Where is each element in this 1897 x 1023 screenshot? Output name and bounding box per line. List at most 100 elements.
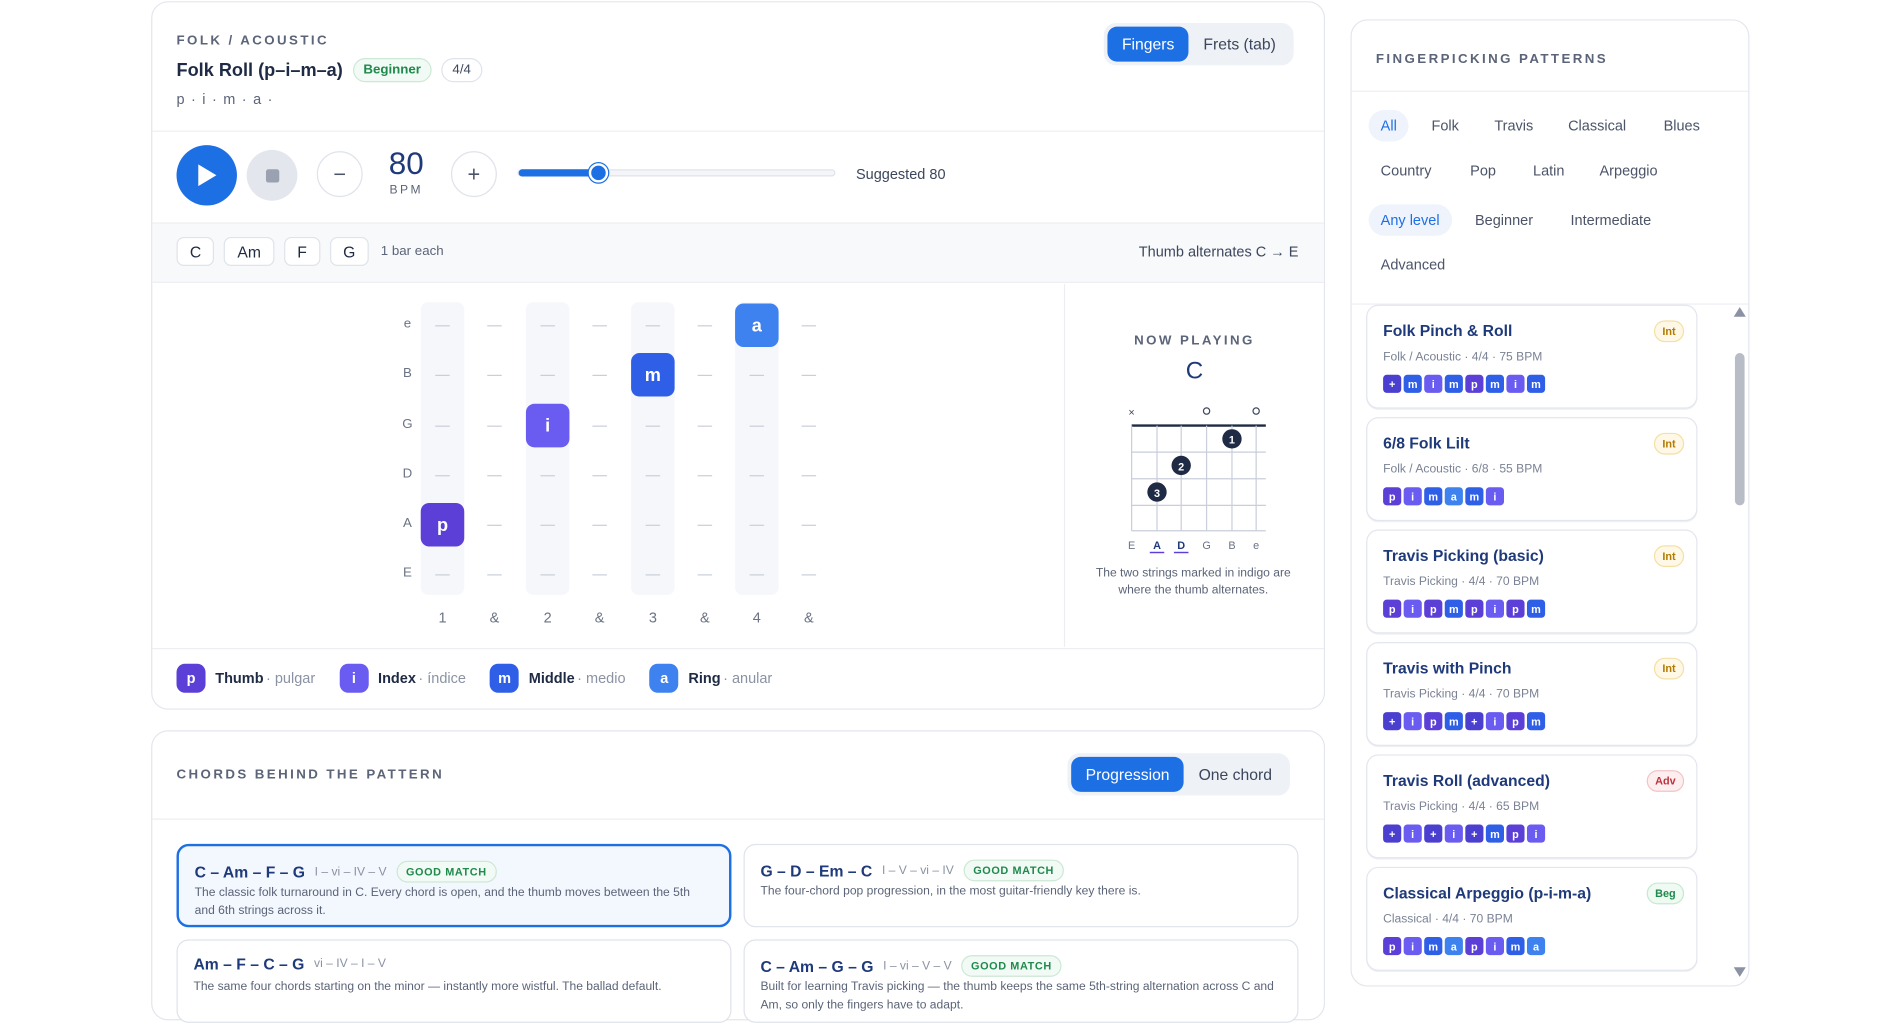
- sidebar-title: FINGERPICKING PATTERNS: [1375, 51, 1609, 67]
- tab-fingers[interactable]: Fingers: [1107, 26, 1189, 62]
- pattern-genre: FOLK / ACOUSTIC: [176, 33, 330, 49]
- scroll-up-icon[interactable]: [1733, 307, 1746, 317]
- chord-chip[interactable]: Am: [224, 236, 275, 266]
- pattern-card[interactable]: Folk Pinch & Roll Folk / Acoustic · 4/4 ·…: [1366, 304, 1698, 409]
- chord-chip[interactable]: C: [176, 236, 215, 266]
- finger-token: p: [1465, 599, 1484, 618]
- stop-icon: [265, 168, 279, 182]
- progression-card-selected[interactable]: C – Am – F – GI – vi – IV – V GOOD MATCH …: [176, 843, 732, 928]
- pattern-tokens: + i + i + m p i: [1383, 824, 1546, 843]
- bpm-decrease-button[interactable]: −: [316, 151, 363, 198]
- finger-token: i: [1403, 599, 1422, 618]
- empty-step: [801, 374, 817, 376]
- empty-step: [487, 475, 502, 477]
- tab-one-chord[interactable]: One chord: [1184, 757, 1286, 792]
- tempo-slider[interactable]: [517, 163, 836, 183]
- empty-step: [435, 574, 450, 576]
- empty-step: [697, 374, 713, 376]
- empty-step: [540, 574, 555, 576]
- string-label: B: [402, 366, 412, 381]
- filter-style-all[interactable]: All: [1368, 110, 1409, 142]
- filter-level-beginner[interactable]: Beginner: [1463, 204, 1545, 235]
- filter-style-folk[interactable]: Folk: [1419, 110, 1471, 141]
- legend-alt: · índice: [418, 669, 466, 687]
- chord-chip[interactable]: F: [283, 236, 321, 266]
- progression-roman: I – vi – IV – V: [314, 865, 387, 879]
- empty-step: [697, 475, 713, 477]
- progression-chords: G – D – Em – C: [760, 861, 873, 880]
- string-marker-open: [1202, 407, 1211, 415]
- tab-frets-tab[interactable]: Frets (tab): [1189, 27, 1291, 62]
- filter-style-arpeggio[interactable]: Arpeggio: [1587, 155, 1669, 186]
- empty-step: [801, 524, 817, 526]
- empty-step: [592, 574, 607, 576]
- pattern-card[interactable]: Classical Arpeggio (p-i-m-a) Classical · …: [1366, 866, 1698, 971]
- pattern-card[interactable]: Travis Roll (advanced) Travis Picking · 4…: [1366, 754, 1698, 859]
- empty-step: [487, 574, 502, 576]
- progression-description: The classic folk turnaround in C. Every …: [194, 886, 690, 918]
- scroll-down-icon[interactable]: [1733, 967, 1746, 977]
- pattern-card-meta: Travis Picking · 4/4 · 70 BPM: [1383, 575, 1540, 589]
- stop-button[interactable]: [246, 149, 298, 201]
- chord-chips: C Am F G 1 bar each: [176, 236, 444, 266]
- progression-roman: I – V – vi – IV: [881, 863, 954, 878]
- tempo-slider-thumb[interactable]: [588, 163, 608, 183]
- empty-step: [487, 325, 502, 327]
- meter-badge: 4/4: [441, 58, 482, 83]
- progression-chords: C – Am – G – G: [760, 956, 874, 976]
- filter-level-any[interactable]: Any level: [1368, 204, 1452, 236]
- filter-style-classical[interactable]: Classical: [1556, 110, 1638, 141]
- empty-step: [749, 574, 765, 576]
- filter-style-travis[interactable]: Travis: [1482, 110, 1545, 141]
- finger-note-p[interactable]: p: [420, 502, 465, 547]
- filter-style-latin[interactable]: Latin: [1521, 155, 1577, 186]
- scrollbar-thumb[interactable]: [1734, 353, 1745, 506]
- progression-card[interactable]: G – D – Em – CI – V – vi – IV GOOD MATCH …: [743, 843, 1299, 928]
- progression-description: Built for learning Travis picking — the …: [760, 980, 1274, 1012]
- finger-token: i: [1485, 712, 1504, 731]
- pattern-card[interactable]: 6/8 Folk Lilt Folk / Acoustic · 6/8 · 55 …: [1366, 417, 1698, 522]
- bpm-increase-button[interactable]: +: [450, 151, 497, 198]
- finger-token: m: [1485, 374, 1504, 393]
- legend-name: Thumb: [215, 669, 264, 687]
- empty-step: [645, 325, 661, 327]
- scrollbar[interactable]: [1733, 305, 1746, 977]
- finger-dot: 1: [1222, 429, 1242, 449]
- finger-note-m[interactable]: m: [631, 353, 675, 397]
- string-label-thumb: D: [1177, 540, 1185, 552]
- level-badge: Beg: [1646, 882, 1685, 905]
- level-badge: Int: [1653, 545, 1685, 568]
- filter-style-country[interactable]: Country: [1369, 155, 1444, 186]
- pattern-card-title: 6/8 Folk Lilt: [1383, 434, 1470, 453]
- filter-level-intermediate[interactable]: Intermediate: [1558, 204, 1663, 235]
- pattern-card[interactable]: Travis Picking (basic) Travis Picking · 4…: [1366, 529, 1698, 634]
- filter-level-advanced[interactable]: Advanced: [1369, 249, 1458, 280]
- pattern-card[interactable]: Travis with Pinch Travis Picking · 4/4 · …: [1366, 641, 1698, 746]
- progression-card[interactable]: C – Am – G – G I – vi – V – V GOOD MATCH B…: [743, 939, 1299, 1023]
- bpm-value: 80: [388, 145, 424, 182]
- progression-description: The four-chord pop progression, in the m…: [760, 884, 1141, 899]
- finger-note-i[interactable]: i: [525, 403, 570, 448]
- bpm-unit: BPM: [389, 183, 423, 198]
- progression-roman: I – vi – V – V: [883, 959, 952, 973]
- chord-chip[interactable]: G: [329, 236, 369, 266]
- filter-style-blues[interactable]: Blues: [1651, 110, 1711, 141]
- string-label: B: [1228, 540, 1235, 552]
- finger-token: p: [1506, 824, 1525, 843]
- pattern-card-title: Travis Roll (advanced): [1383, 771, 1550, 790]
- pattern-card-meta: Folk / Acoustic · 4/4 · 75 BPM: [1383, 350, 1543, 364]
- tab-progression[interactable]: Progression: [1071, 756, 1185, 792]
- finger-note-a[interactable]: a: [735, 303, 779, 347]
- pattern-card-title: Travis with Pinch: [1383, 658, 1512, 678]
- finger-token: +: [1465, 824, 1484, 843]
- grid-divider: [1063, 284, 1066, 647]
- finger-token: m: [1526, 599, 1546, 618]
- filter-style-pop[interactable]: Pop: [1458, 155, 1508, 186]
- empty-step: [487, 524, 502, 526]
- pattern-tokens: + i p m + i p m: [1383, 712, 1546, 731]
- string-label: D: [402, 466, 413, 482]
- play-button[interactable]: [176, 145, 237, 206]
- progression-card[interactable]: Am – F – C – G vi – IV – I – V The same f…: [176, 939, 732, 1023]
- beat-column: [525, 302, 570, 595]
- finger-token: m: [1403, 374, 1422, 393]
